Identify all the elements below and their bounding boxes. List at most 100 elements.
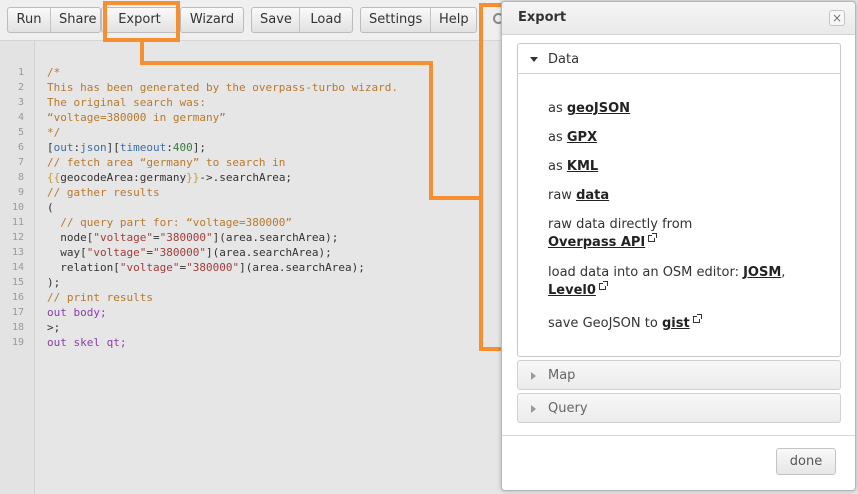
code-line[interactable]: way["voltage"="380000"](area.searchArea)…: [47, 245, 332, 260]
code-token: “voltage=380000 in germany”: [47, 111, 226, 124]
save-button[interactable]: Save: [252, 8, 300, 32]
code-line[interactable]: [out:json][timeout:400];: [47, 140, 206, 155]
raw-direct-text: raw data directly from: [548, 217, 693, 232]
code-line[interactable]: out body;: [47, 305, 107, 320]
gpx-link[interactable]: GPX: [567, 130, 597, 145]
code-token: (: [47, 201, 54, 214]
load-button[interactable]: Load: [300, 8, 352, 32]
settings-button[interactable]: Settings: [361, 8, 431, 32]
code-line[interactable]: The original search was:: [47, 95, 206, 110]
level0-link[interactable]: Level0: [548, 283, 596, 298]
code-token: {{: [47, 171, 61, 184]
code-token: );: [47, 276, 61, 289]
code-token: >;: [47, 321, 61, 334]
gist-link[interactable]: gist: [662, 316, 690, 331]
code-token: // fetch area “germany” to search in: [47, 156, 286, 169]
code-line[interactable]: /*: [47, 65, 60, 80]
settings-help-group: Settings Help: [360, 7, 477, 33]
line-number: 16: [11, 292, 24, 303]
external-link-icon: [648, 233, 658, 242]
code-token: out: [53, 141, 74, 154]
wizard-button[interactable]: Wizard: [181, 8, 243, 32]
code-line[interactable]: This has been generated by the overpass-…: [47, 80, 398, 95]
data-section-header[interactable]: Data: [518, 44, 840, 74]
code-token: relation: [47, 261, 114, 274]
option-text: save GeoJSON to: [548, 316, 662, 331]
option-text: as: [548, 130, 567, 145]
code-token: out skel qt;: [47, 336, 127, 349]
export-kml-option: as KML: [548, 159, 598, 174]
code-line[interactable]: relation["voltage"="380000"](area.search…: [47, 260, 365, 275]
triangle-right-icon: [531, 372, 536, 380]
code-line[interactable]: */: [47, 125, 60, 140]
query-section-label: Query: [548, 401, 588, 416]
code-line[interactable]: );: [47, 275, 60, 290]
export-dialog: Export × Data as geoJSON as GPX as KML r…: [501, 1, 856, 491]
line-number: 11: [11, 217, 24, 228]
kml-link[interactable]: KML: [567, 159, 598, 174]
line-number: 9: [17, 187, 24, 198]
wizard-group: Wizard: [180, 7, 244, 33]
separator-text: ,: [781, 265, 786, 280]
code-token: ];: [192, 141, 206, 154]
geojson-link[interactable]: geoJSON: [567, 101, 630, 116]
line-number: 15: [11, 277, 24, 288]
export-highlight-box: [103, 1, 180, 42]
code-editor[interactable]: 1 2 3 4 5 6 7 8 9 10 11 12 13 14 15 16 17 18 19 /* This has…: [0, 41, 500, 494]
done-button[interactable]: done: [776, 448, 836, 475]
code-line[interactable]: node["voltage"="380000"](area.searchArea…: [47, 230, 338, 245]
close-button[interactable]: ×: [829, 10, 845, 26]
help-button[interactable]: Help: [431, 8, 476, 32]
external-link-icon: [692, 314, 702, 323]
code-line[interactable]: // print results: [47, 290, 153, 305]
dialog-title: Export: [518, 10, 567, 25]
osm-editor-option: load data into an OSM editor: JOSM,: [548, 265, 785, 280]
code-line[interactable]: // fetch area “germany” to search in: [47, 155, 285, 170]
raw-data-link[interactable]: data: [576, 188, 609, 203]
triangle-right-icon: [531, 405, 536, 413]
map-section-header[interactable]: Map: [517, 360, 841, 390]
toolbar: Run Share Export Wizard Save Load Settin…: [0, 0, 504, 41]
line-number: 17: [11, 307, 24, 318]
code-token: =: [152, 231, 160, 244]
line-number: 8: [17, 172, 24, 183]
dialog-header: Export ×: [502, 2, 855, 35]
share-button[interactable]: Share: [51, 8, 100, 32]
line-number: 14: [11, 262, 24, 273]
line-number: 12: [11, 232, 24, 243]
highlight-connector: [140, 61, 433, 65]
level0-option: Level0: [548, 281, 608, 298]
code-token: [: [80, 246, 87, 259]
code-token: 400: [172, 141, 193, 154]
josm-link[interactable]: JOSM: [743, 265, 781, 280]
overpass-api-link[interactable]: Overpass API: [548, 235, 645, 250]
code-token: =: [146, 246, 153, 259]
code-line[interactable]: “voltage=380000 in germany”: [47, 110, 226, 125]
code-token: This has been generated by the overpass-…: [47, 81, 398, 94]
code-token: "voltage": [119, 261, 180, 274]
line-number: 2: [17, 82, 24, 93]
run-button[interactable]: Run: [8, 8, 51, 32]
line-number: 5: [17, 127, 24, 138]
code-line[interactable]: // query part for: “voltage=380000”: [47, 215, 292, 230]
line-number: 18: [11, 322, 24, 333]
data-section-label: Data: [548, 52, 580, 67]
code-line[interactable]: >;: [47, 320, 60, 335]
code-line[interactable]: (: [47, 200, 54, 215]
line-number: 13: [11, 247, 24, 258]
code-line[interactable]: // gather results: [47, 185, 160, 200]
dialog-highlight-bracket: [479, 3, 503, 351]
code-token: out body;: [47, 306, 107, 319]
code-token: geocodeArea:germany: [60, 171, 187, 184]
highlight-connector: [429, 61, 433, 200]
query-section-header[interactable]: Query: [517, 393, 841, 423]
line-number: 3: [17, 97, 24, 108]
code-line[interactable]: {{geocodeArea:germany}}->.searchArea;: [47, 170, 292, 185]
code-line[interactable]: out skel qt;: [47, 335, 126, 350]
option-text: as: [548, 101, 567, 116]
line-number: 6: [17, 142, 24, 153]
option-text: load data into an OSM editor:: [548, 265, 744, 280]
line-number: 4: [17, 112, 24, 123]
overpass-api-option: Overpass API: [548, 233, 658, 250]
line-number-gutter: 1 2 3 4 5 6 7 8 9 10 11 12 13 14 15 16 17 18 19: [0, 41, 35, 494]
